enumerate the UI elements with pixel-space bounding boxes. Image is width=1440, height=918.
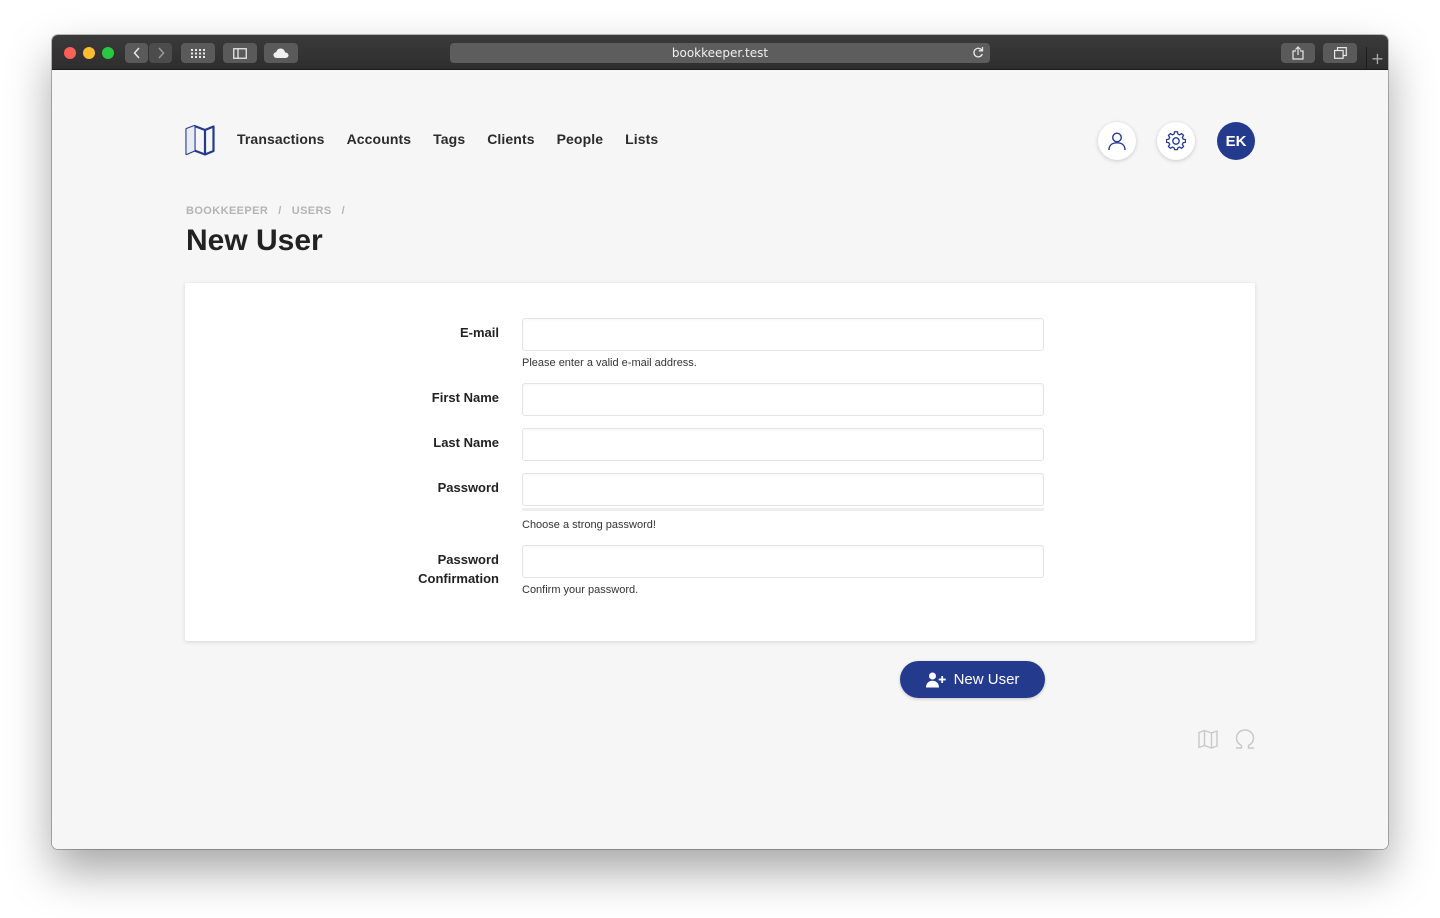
last-name-field[interactable]: [522, 428, 1044, 461]
password-confirmation-label-line1: Password: [437, 552, 499, 567]
first-name-label: First Name: [431, 390, 499, 405]
browser-window: bookkeeper.test + Transactions Accounts …: [52, 35, 1388, 849]
new-user-button[interactable]: New User: [900, 661, 1045, 698]
settings-button[interactable]: [1157, 122, 1195, 160]
share-button[interactable]: [1281, 43, 1315, 63]
browser-titlebar: bookkeeper.test +: [52, 35, 1388, 70]
gear-icon: [1166, 131, 1186, 151]
user-plus-icon: [925, 672, 946, 687]
grid-icon: [191, 48, 205, 58]
new-user-button-label: New User: [953, 671, 1020, 688]
email-field[interactable]: [522, 318, 1044, 351]
nav-transactions[interactable]: Transactions: [237, 131, 325, 147]
email-help-text: Please enter a valid e-mail address.: [522, 357, 697, 369]
password-field[interactable]: [522, 473, 1044, 506]
nav-clients[interactable]: Clients: [487, 131, 534, 147]
profile-button[interactable]: [1098, 122, 1136, 160]
user-icon: [1108, 132, 1126, 151]
breadcrumb-separator: /: [278, 205, 282, 217]
breadcrumb-bookkeeper[interactable]: BOOKKEEPER: [186, 205, 268, 217]
new-user-form: E-mail Please enter a valid e-mail addre…: [185, 283, 1255, 641]
map-logo-icon[interactable]: [185, 124, 215, 161]
nav-tags[interactable]: Tags: [433, 131, 465, 147]
avatar[interactable]: EK: [1217, 122, 1255, 160]
share-icon: [1292, 46, 1304, 60]
password-confirmation-label: Password Confirmation: [299, 550, 499, 588]
sidebar-toggle-button[interactable]: [223, 43, 257, 63]
page-title: New User: [186, 224, 323, 257]
cloud-icon: [273, 48, 289, 58]
password-help-text: Choose a strong password!: [522, 519, 656, 531]
forward-button[interactable]: [149, 43, 172, 63]
breadcrumb: BOOKKEEPER / USERS /: [186, 205, 345, 217]
omega-icon[interactable]: [1234, 729, 1256, 754]
tab-overview-button[interactable]: [181, 43, 215, 63]
zoom-window-button[interactable]: [102, 47, 114, 59]
last-name-label: Last Name: [433, 435, 499, 450]
nav-people[interactable]: People: [557, 131, 604, 147]
url-text: bookkeeper.test: [671, 46, 769, 60]
chevron-left-icon: [132, 47, 140, 59]
close-window-button[interactable]: [64, 47, 76, 59]
address-bar[interactable]: bookkeeper.test: [450, 43, 990, 63]
duplicate-tabs-icon: [1333, 47, 1347, 59]
reload-icon[interactable]: [972, 46, 984, 62]
main-nav: Transactions Accounts Tags Clients Peopl…: [237, 131, 658, 147]
password-confirmation-help-text: Confirm your password.: [522, 584, 639, 596]
minimize-window-button[interactable]: [83, 47, 95, 59]
new-tab-button[interactable]: +: [1366, 47, 1388, 70]
password-label: Password: [437, 480, 499, 495]
breadcrumb-users[interactable]: USERS: [292, 205, 332, 217]
email-label: E-mail: [459, 325, 499, 340]
nav-lists[interactable]: Lists: [625, 131, 658, 147]
map-icon[interactable]: [1198, 729, 1218, 754]
breadcrumb-separator: /: [341, 205, 346, 217]
back-button[interactable]: [125, 43, 148, 63]
first-name-field[interactable]: [522, 383, 1044, 416]
sidebar-icon: [233, 47, 247, 59]
password-confirmation-label-line2: Confirmation: [418, 571, 499, 586]
password-confirmation-field[interactable]: [522, 545, 1044, 578]
tabs-button[interactable]: [1323, 43, 1357, 63]
nav-accounts[interactable]: Accounts: [347, 131, 412, 147]
password-strength-meter: [522, 508, 1044, 511]
page-content: Transactions Accounts Tags Clients Peopl…: [52, 71, 1388, 849]
chevron-right-icon: [157, 47, 165, 59]
icloud-tabs-button[interactable]: [264, 43, 298, 63]
